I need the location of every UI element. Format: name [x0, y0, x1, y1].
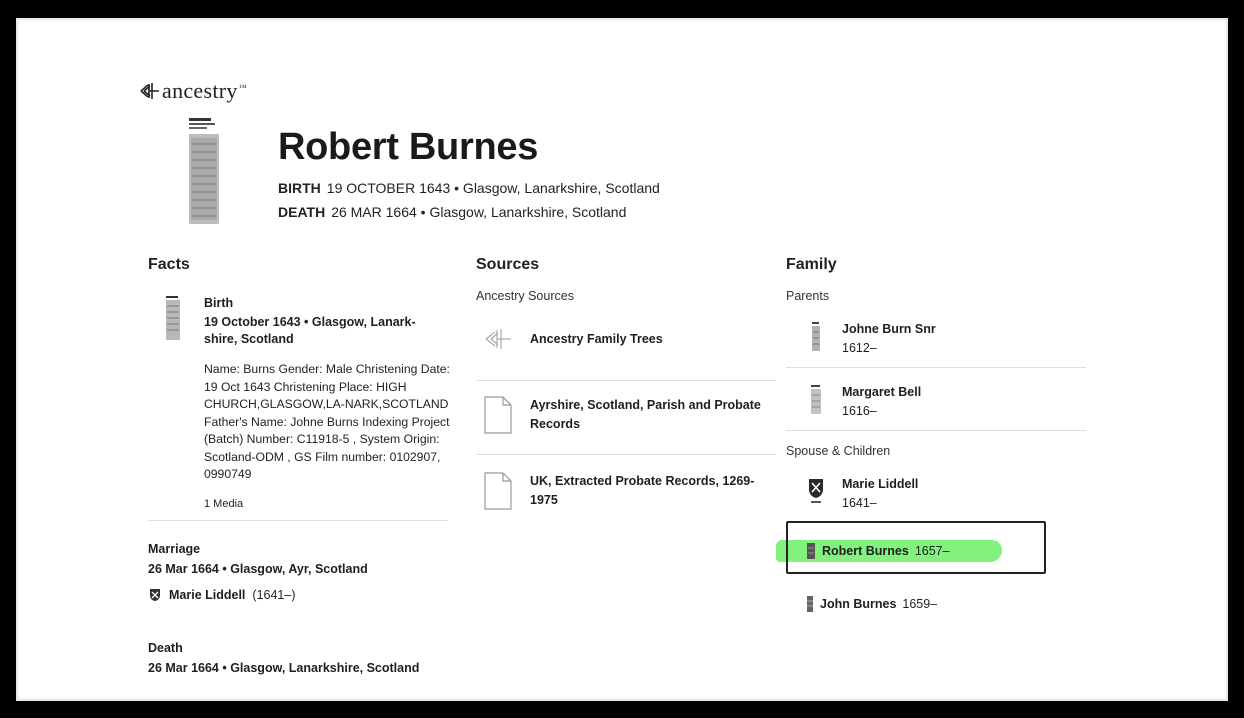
child-person[interactable]: John Burnes 1659–	[806, 596, 937, 612]
record-thumbnail-icon	[807, 596, 813, 612]
death-label: DEATH	[278, 204, 326, 220]
ancestry-leaf-icon	[485, 329, 511, 349]
ancestry-logo[interactable]: ancestry™	[140, 78, 247, 104]
shield-icon	[150, 589, 160, 601]
record-thumbnail-icon	[811, 385, 821, 414]
document-icon	[484, 396, 512, 434]
child-person[interactable]: Robert Burnes 1657–	[806, 543, 950, 559]
spouse-name: Marie Liddell	[842, 477, 919, 491]
person-name: Robert Burnes	[278, 126, 539, 168]
ancestry-leaf-icon	[140, 83, 159, 99]
spouse-years: 1641–	[842, 496, 877, 510]
marriage-spouse-link[interactable]: Marie Liddell (1641–)	[148, 588, 296, 602]
marriage-spouse-name: Marie Liddell	[169, 588, 246, 602]
sources-heading: Sources	[476, 256, 540, 273]
brand-tm: ™	[238, 82, 247, 92]
shield-icon	[809, 479, 823, 503]
child-name: John Burnes	[820, 597, 897, 611]
profile-page: ancestry™ Robert Burnes BIRTH 19 OCTOBER …	[16, 18, 1228, 701]
family-divider	[786, 430, 1086, 431]
marriage-spouse-years: (1641–)	[252, 588, 296, 602]
child-years: 1659–	[902, 597, 938, 611]
family-divider	[786, 367, 1086, 368]
death-fact-title: Death	[148, 641, 183, 655]
death-value: 26 MAR 1664 • Glasgow, Lanarkshire, Scot…	[331, 204, 627, 220]
parent-name: Johne Burn Snr	[842, 322, 936, 336]
parent-mother[interactable]: Margaret Bell 1616–	[806, 383, 921, 421]
source-label: Ayrshire, Scotland, Parish and Probate R…	[530, 398, 761, 431]
marriage-fact-title: Marriage	[148, 542, 201, 556]
sources-subheading: Ancestry Sources	[476, 289, 574, 303]
birth-summary: BIRTH 19 OCTOBER 1643 • Glasgow, Lanarksh…	[278, 180, 660, 196]
birth-value: 19 OCTOBER 1643 • Glasgow, Lanarkshire, …	[326, 180, 660, 196]
parent-years: 1612–	[842, 341, 877, 355]
source-item[interactable]: Ancestry Family Trees	[476, 328, 780, 350]
source-divider	[476, 380, 776, 381]
parent-father[interactable]: Johne Burn Snr 1612–	[806, 320, 936, 358]
source-item[interactable]: UK, Extracted Probate Records, 1269-1975	[476, 472, 780, 510]
document-icon	[484, 472, 512, 510]
parent-name: Margaret Bell	[842, 385, 922, 399]
birth-label: BIRTH	[278, 180, 321, 196]
brand-name: ancestry	[162, 78, 238, 103]
source-divider	[476, 454, 776, 455]
family-heading: Family	[786, 256, 837, 273]
profile-photo[interactable]	[181, 118, 225, 228]
facts-divider	[148, 520, 448, 521]
source-item[interactable]: Ayrshire, Scotland, Parish and Probate R…	[476, 396, 780, 434]
spouse-children-label: Spouse & Children	[786, 444, 891, 458]
parent-years: 1616–	[842, 404, 877, 418]
record-thumbnail-icon	[812, 322, 820, 351]
death-fact-detail: 26 Mar 1664 • Glasgow, Lanarkshire, Scot…	[148, 661, 420, 675]
source-label: Ancestry Family Trees	[530, 331, 663, 346]
birth-fact-title: Birth	[204, 296, 234, 310]
parents-label: Parents	[786, 289, 830, 303]
child-name: Robert Burnes	[822, 544, 909, 558]
facts-heading: Facts	[148, 256, 190, 273]
source-label: UK, Extracted Probate Records, 1269-1975	[530, 474, 755, 507]
birth-fact-description: Name: Burns Gender: Male Christening Dat…	[204, 362, 450, 481]
marriage-fact-detail: 26 Mar 1664 • Glasgow, Ayr, Scotland	[148, 562, 368, 576]
spouse-person[interactable]: Marie Liddell 1641–	[806, 475, 918, 513]
birth-fact-detail: 19 October 1643 • Glasgow, Lanark-shire,…	[204, 315, 416, 346]
death-summary: DEATH 26 MAR 1664 • Glasgow, Lanarkshire,…	[278, 204, 626, 220]
birth-record-thumbnail[interactable]	[164, 296, 182, 347]
media-count-link[interactable]: 1 Media	[204, 498, 243, 510]
record-thumbnail-icon	[807, 543, 815, 559]
child-years: 1657–	[914, 544, 950, 558]
